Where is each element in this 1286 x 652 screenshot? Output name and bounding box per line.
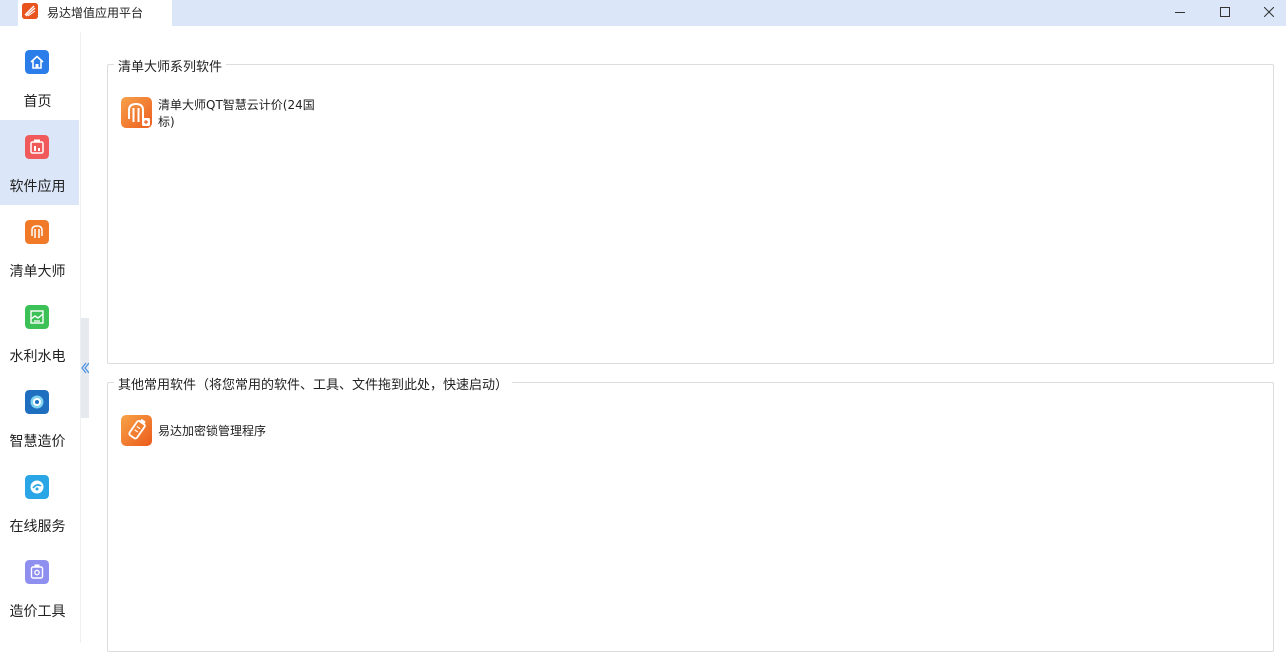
sidebar-item-label: 智慧造价	[9, 434, 66, 450]
group-title: 其他常用软件（将您常用的软件、工具、文件拖到此处，快速启动）	[114, 374, 513, 393]
minimize-icon	[1175, 12, 1185, 13]
water-conservancy-icon	[25, 305, 49, 329]
sidebar-item-qingdan-master[interactable]: 清单大师	[0, 205, 79, 290]
close-icon	[1264, 7, 1274, 17]
qingdan-qt-app-icon	[121, 97, 152, 128]
minimize-button[interactable]	[1158, 0, 1202, 24]
sidebar-item-label: 在线服务	[9, 519, 66, 535]
group-common-software: 其他常用软件（将您常用的软件、工具、文件拖到此处，快速启动） 易达加密锁管理程序	[107, 374, 1274, 652]
title-bar: 易达增值应用平台	[0, 0, 1286, 26]
window-title: 易达增值应用平台	[47, 6, 144, 20]
sidebar-item-label: 水利水电	[9, 349, 66, 365]
sidebar-item-label: 首页	[23, 94, 52, 110]
cost-tool-icon	[25, 560, 49, 584]
app-shortcut-label: 清单大师QT智慧云计价(24国标)	[158, 98, 315, 129]
maximize-icon	[1220, 7, 1230, 17]
sidebar-item-cost-tools[interactable]: 造价工具	[0, 545, 79, 630]
maximize-button[interactable]	[1203, 0, 1247, 24]
app-shortcut-label: 易达加密锁管理程序	[158, 424, 267, 438]
qingdan-master-icon	[25, 220, 49, 244]
sidebar: 首页 软件应用 清单大师 水利水电 智慧造价 在线服务 造价工具	[0, 32, 80, 643]
sidebar-item-label: 软件应用	[9, 179, 66, 195]
app-shortcut-qingdan-qt[interactable]: 清单大师QT智慧云计价(24国标)	[121, 97, 321, 137]
sidebar-item-software-apps[interactable]: 软件应用	[0, 120, 79, 205]
software-app-icon	[25, 135, 49, 159]
sidebar-collapse-handle[interactable]	[81, 318, 89, 418]
app-logo-icon	[22, 3, 38, 19]
app-shortcut-dongle-manager[interactable]: 易达加密锁管理程序	[121, 415, 321, 455]
sidebar-item-label: 造价工具	[9, 604, 66, 620]
sidebar-item-smart-cost[interactable]: 智慧造价	[0, 375, 79, 460]
window-tab[interactable]: 易达增值应用平台	[18, 0, 172, 26]
smart-cost-icon	[25, 390, 49, 414]
group-title: 清单大师系列软件	[114, 56, 227, 75]
close-button[interactable]	[1247, 0, 1286, 24]
group-qingdan-series: 清单大师系列软件 清单大师QT智慧云计价(24国标)	[107, 56, 1274, 364]
dongle-manager-app-icon	[121, 415, 152, 446]
sidebar-item-online-service[interactable]: 在线服务	[0, 460, 79, 545]
home-icon	[25, 50, 49, 74]
sidebar-item-home[interactable]: 首页	[0, 35, 79, 120]
sidebar-item-label: 清单大师	[9, 264, 66, 280]
double-chevron-left-icon	[81, 362, 89, 374]
online-service-icon	[25, 475, 49, 499]
sidebar-item-water-conservancy[interactable]: 水利水电	[0, 290, 79, 375]
